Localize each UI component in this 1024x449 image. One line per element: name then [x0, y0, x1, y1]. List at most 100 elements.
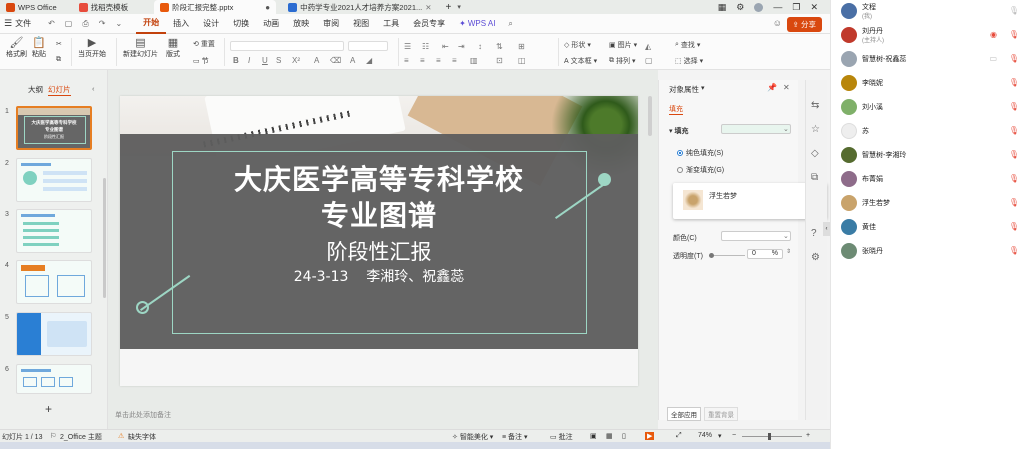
tab-fill[interactable]: 填充	[669, 104, 683, 115]
shape-button[interactable]: ◇ 形状 ▾	[564, 40, 591, 50]
highlight-icon[interactable]: ◢	[366, 56, 372, 65]
layout-button[interactable]: ▦ 版式	[166, 37, 180, 59]
close-window-icon[interactable]: ✕	[810, 2, 818, 13]
stepper-icon[interactable]: ⇕	[786, 248, 791, 255]
color-dropdown[interactable]	[721, 231, 791, 241]
indent-decrease-icon[interactable]: ⇤	[442, 42, 449, 51]
clear-format-icon[interactable]: ⌫	[330, 56, 341, 65]
participant-row[interactable]: 黄佳 🎙	[831, 216, 1024, 238]
close-icon[interactable]: ✕	[783, 83, 790, 92]
microphone-muted-icon[interactable]: 🎙	[1009, 246, 1019, 255]
fill-color-icon[interactable]: ◭	[645, 42, 651, 51]
solid-fill-radio[interactable]: 纯色填充(S)	[677, 148, 723, 158]
microphone-muted-icon[interactable]: 🎙	[1009, 126, 1019, 135]
line-spacing-icon[interactable]: ↕	[478, 42, 482, 51]
reset-button[interactable]: ⟲ 重置	[193, 39, 215, 49]
indent-increase-icon[interactable]: ⇥	[458, 42, 465, 51]
menu-transitions[interactable]: 切换	[226, 14, 256, 34]
bold-icon[interactable]: B	[233, 56, 239, 65]
collaborate-icon[interactable]: ☺	[773, 18, 782, 28]
menu-member[interactable]: 会员专享	[406, 14, 452, 34]
microphone-muted-icon[interactable]: 🎙	[1009, 30, 1019, 39]
help-icon[interactable]: ?	[811, 228, 817, 239]
slide-title-line1[interactable]: 大庆医学高等专科学校	[120, 158, 638, 198]
tab-docx-document[interactable]: 中药学专业2021人才培养方案2021... ✕	[282, 0, 437, 14]
copy-button[interactable]: ⧉	[56, 56, 61, 64]
participant-row[interactable]: 智慧树-祝鑫蕊 ▭ 🎙	[831, 48, 1024, 70]
undo-icon[interactable]: ↶	[48, 19, 55, 28]
close-icon[interactable]: ✕	[425, 3, 431, 12]
outline-icon[interactable]: ▢	[645, 56, 653, 65]
new-slide-button[interactable]: ▤ 新建幻灯片	[123, 37, 158, 59]
collapse-panel-icon[interactable]: ‹	[92, 84, 95, 93]
arrange-button[interactable]: ⧉ 排列 ▾	[609, 56, 636, 66]
microphone-muted-icon[interactable]: 🎙	[1009, 150, 1019, 159]
zoom-out-icon[interactable]: −	[732, 432, 736, 439]
save-icon[interactable]: ▢	[65, 19, 73, 28]
microphone-icon[interactable]: 🎙	[1009, 6, 1019, 15]
participant-row[interactable]: 张晓丹 🎙	[831, 240, 1024, 262]
menu-review[interactable]: 审阅	[316, 14, 346, 34]
menu-animation[interactable]: 动画	[256, 14, 286, 34]
superscript-icon[interactable]: X²	[292, 56, 300, 65]
tab-docer-templates[interactable]: 找稻壳模板	[73, 0, 135, 14]
align-text-icon[interactable]: ⊞	[518, 42, 525, 51]
gradient-fill-radio[interactable]: 渐变填充(G)	[677, 165, 724, 175]
textbox-button[interactable]: A 文本框 ▾	[564, 56, 597, 66]
tab-slides[interactable]: 幻灯片	[48, 84, 71, 96]
zoom-slider[interactable]	[742, 433, 802, 440]
tab-outline[interactable]: 大纲	[28, 84, 43, 95]
settings-icon[interactable]: ⚙	[736, 2, 744, 13]
section-button[interactable]: ▭ 节	[193, 56, 209, 66]
normal-view-icon[interactable]: ▣	[590, 432, 597, 440]
layers-icon[interactable]: ⧉	[811, 172, 818, 183]
reset-background-button[interactable]: 重置背景	[704, 407, 738, 421]
slide-byline[interactable]: 24-3-13 李湘玲、祝鑫蕊	[120, 266, 638, 286]
menu-slideshow[interactable]: 放映	[286, 14, 316, 34]
add-slide-button[interactable]: +	[45, 402, 52, 416]
menu-design[interactable]: 设计	[196, 14, 226, 34]
star-icon[interactable]: ☆	[811, 124, 820, 135]
participant-row[interactable]: 苏 🎙	[831, 120, 1024, 142]
align-center-icon[interactable]: ≡	[420, 56, 425, 65]
chevron-down-icon[interactable]: ⌄	[783, 125, 789, 133]
slide-thumb-5[interactable]	[16, 312, 92, 356]
bullets-icon[interactable]: ☰	[404, 42, 411, 51]
microphone-muted-icon[interactable]: 🎙	[1009, 198, 1019, 207]
text-fit-icon[interactable]: ⊡	[496, 56, 503, 65]
play-from-current-button[interactable]: ▶ 当页开始	[78, 37, 106, 59]
thumbs-scrollbar[interactable]	[103, 178, 106, 298]
menu-icon[interactable]: ☰	[4, 18, 12, 29]
minimize-icon[interactable]: —	[773, 2, 782, 12]
find-button[interactable]: ⌕ 查找 ▾	[675, 40, 700, 50]
slide-thumb-4[interactable]	[16, 260, 92, 304]
comments-button[interactable]: ▭ 批注	[550, 432, 573, 442]
zoom-handle[interactable]	[768, 433, 771, 440]
cut-button[interactable]: ✂	[56, 40, 62, 48]
camera-icon[interactable]: ◉	[990, 30, 997, 39]
expand-panel-icon[interactable]: ‹	[823, 222, 830, 236]
properties-icon[interactable]: ⇆	[811, 100, 819, 111]
settings-icon[interactable]: ⚙	[811, 252, 820, 263]
zoom-in-icon[interactable]: +	[806, 432, 810, 439]
slide-thumb-6[interactable]	[16, 364, 92, 394]
text-direction-icon[interactable]: ⇅	[496, 42, 503, 51]
participant-row[interactable]: 智慧树-李湘玲 🎙	[831, 144, 1024, 166]
paste-button[interactable]: 📋 粘贴	[32, 37, 46, 59]
convert-smartart-icon[interactable]: ◫	[518, 56, 526, 65]
menu-file[interactable]: 文件	[12, 14, 38, 34]
menu-tools[interactable]: 工具	[376, 14, 406, 34]
participant-row[interactable]: 浮生若梦 🎙	[831, 192, 1024, 214]
participant-row[interactable]: 布菁娟 🎙	[831, 168, 1024, 190]
menu-wps-ai[interactable]: ✦ WPS AI	[452, 14, 502, 34]
notes-placeholder[interactable]: 单击此处添加备注	[115, 410, 171, 420]
menu-view[interactable]: 视图	[346, 14, 376, 34]
participant-row[interactable]: 刘丹丹 (主持人) ◉ 🎙	[831, 24, 1024, 46]
apply-all-button[interactable]: 全部应用	[667, 407, 701, 421]
smart-beautify-button[interactable]: ✧ 智能美化 ▾	[452, 432, 493, 442]
tab-wps-office[interactable]: WPS Office	[0, 0, 63, 14]
restore-icon[interactable]: ❐	[792, 2, 800, 13]
slide-thumb-1[interactable]: 大庆医学高等专科学校 专业图谱 阶段性汇报	[16, 106, 92, 150]
underline-icon[interactable]: U	[262, 56, 268, 65]
search-icon[interactable]: ⌕	[508, 19, 512, 29]
